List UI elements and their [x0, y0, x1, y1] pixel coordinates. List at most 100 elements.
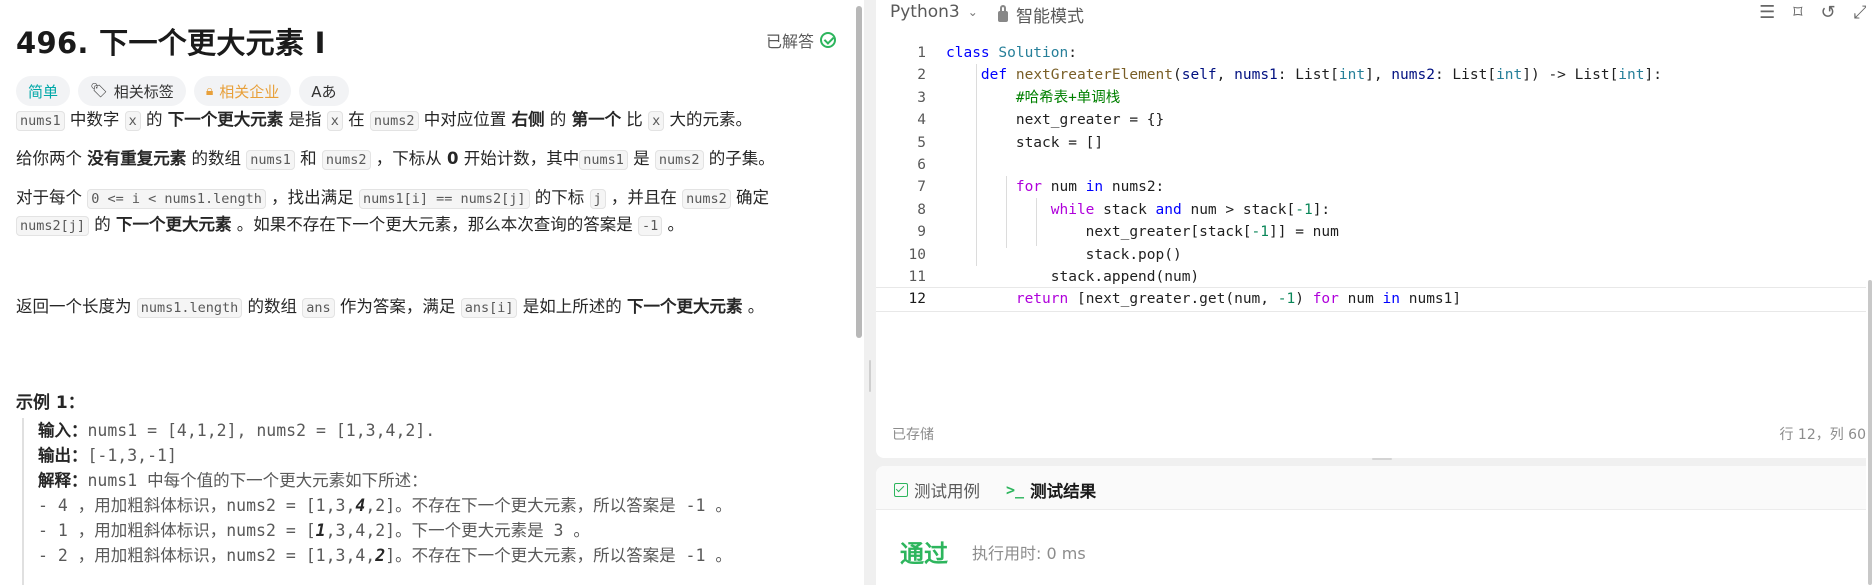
bold-text: 右侧 — [511, 110, 545, 129]
text: 的数组 — [186, 149, 247, 168]
code-line[interactable]: 7 for num in nums2: — [876, 176, 1874, 198]
smart-mode-toggle[interactable]: 智能模式 — [998, 2, 1084, 27]
text: 的 — [140, 110, 168, 129]
cursor-position: 行 12，列 60 — [1779, 427, 1866, 443]
editor-toolbar: ☰ ⌑ ↺ ⤢ — [1759, 2, 1868, 23]
text: 大的元素。 — [664, 110, 752, 129]
text: 。 — [662, 215, 685, 234]
inline-code: j — [589, 189, 606, 209]
translate-button[interactable]: Aあ — [299, 76, 349, 106]
smart-mode-label: 智能模式 — [1016, 7, 1084, 27]
divider-grip[interactable] — [869, 360, 871, 392]
text: 是指 — [283, 110, 327, 129]
line-number: 8 — [917, 201, 926, 218]
code-line[interactable]: 8 while stack and num > stack[-1]: — [876, 199, 1874, 221]
language-selector[interactable]: Python3 ⌄ — [890, 2, 978, 22]
bold-text: 下一个更大元素 — [626, 297, 743, 316]
code-line[interactable]: 10 stack.pop() — [876, 244, 1874, 266]
code-line[interactable]: 2 def nextGreaterElement(self, nums1: Li… — [876, 64, 1874, 86]
line-number: 6 — [917, 156, 926, 173]
format-icon[interactable]: ☰ — [1759, 2, 1775, 23]
line-number: 1 — [917, 45, 926, 61]
indent-guide — [1006, 176, 1007, 248]
inline-code: 0 <= i < nums1.length — [87, 189, 266, 209]
save-status: 已存储 — [892, 427, 934, 443]
inline-code: nums2 — [321, 150, 371, 170]
code-line[interactable]: 4 next_greater = {} — [876, 109, 1874, 131]
bookmark-icon[interactable]: ⌑ — [1793, 2, 1802, 23]
example-input: 输入：nums1 = [4,1,2], nums2 = [1,3,4,2]. — [38, 418, 852, 443]
inline-code: nums1 — [16, 111, 65, 131]
related-tags-label: 相关标签 — [113, 82, 174, 101]
line-number: 2 — [917, 67, 926, 84]
text: 给你两个 — [16, 149, 88, 168]
inline-code: nums1 — [246, 150, 295, 170]
text: 比 — [621, 110, 649, 129]
text: - 2 ，用加粗斜体标识，nums2 = [1,3,4, — [38, 546, 376, 565]
line-number: 11 — [908, 268, 926, 285]
horizontal-splitter[interactable] — [1372, 458, 1392, 460]
checkbox-icon — [894, 483, 908, 497]
bold-text: 第一个 — [571, 110, 622, 129]
description-paragraph-1: nums1 中数字 x 的 下一个更大元素 是指 x 在 nums2 中对应位置… — [16, 107, 846, 134]
text: - 4 ，用加粗斜体标识，nums2 = [1,3, — [38, 496, 356, 515]
text: 的 — [89, 215, 117, 234]
code-line[interactable]: 6 — [876, 154, 1874, 176]
inline-code: nums2[j] — [16, 216, 90, 236]
lock-icon — [998, 5, 1008, 22]
example-block: 输入：nums1 = [4,1,2], nums2 = [1,3,4,2]. 输… — [22, 418, 852, 585]
problem-scrollbar-thumb[interactable] — [856, 6, 862, 338]
example-line-2: - 1 ，用加粗斜体标识，nums2 = [1,3,4,2]。下一个更大元素是 … — [38, 518, 852, 543]
text: 的数组 — [242, 297, 303, 316]
tab-test-result[interactable]: >_ 测试结果 — [1006, 478, 1096, 502]
difficulty-tag[interactable]: 简单 — [16, 76, 71, 106]
related-tags-button[interactable]: 🏷︎ 相关标签 — [78, 76, 186, 106]
inline-code: nums1 — [579, 150, 628, 170]
bold-italic: 1 — [315, 521, 326, 540]
reset-icon[interactable]: ↺ — [1821, 2, 1836, 23]
inline-code: nums1.length — [136, 298, 243, 318]
text: 是如上所述的 — [517, 297, 627, 316]
line-number: 10 — [908, 246, 926, 263]
example-line-1: - 4 ，用加粗斜体标识，nums2 = [1,3,4,2]。不存在下一个更大元… — [38, 493, 852, 518]
code-line[interactable]: 11 stack.append(num) — [876, 266, 1874, 288]
text: 确定 — [730, 188, 770, 207]
tab-test-cases[interactable]: 测试用例 — [894, 478, 980, 502]
inline-code: -1 — [638, 216, 663, 236]
description-paragraph-3: 对于每个 0 <= i < nums1.length ，找出满足 nums1[i… — [16, 185, 846, 239]
bold-text: 下一个更大元素 — [116, 215, 232, 234]
code-line[interactable]: 5 stack = [] — [876, 132, 1874, 154]
inline-code: x — [326, 111, 343, 131]
editor-header: Python3 ⌄ 智能模式 ☰ ⌑ ↺ ⤢ — [876, 0, 1874, 28]
text: 和 — [294, 149, 322, 168]
code-line[interactable]: 9 next_greater[stack[-1]] = num — [876, 221, 1874, 243]
related-companies-label: 相关企业 — [219, 82, 280, 101]
inline-code: x — [124, 111, 141, 131]
line-number: 5 — [917, 134, 926, 151]
tab-test-result-label: 测试结果 — [1030, 482, 1097, 501]
panel-divider[interactable] — [864, 0, 876, 585]
example-explain: 解释：nums1 中每个值的下一个更大元素如下所述： — [38, 468, 852, 493]
text: ，并且在 — [605, 188, 683, 207]
text: 的子集。 — [703, 149, 775, 168]
code-line[interactable]: 1 class Solution: — [876, 42, 1874, 64]
text: 作为答案，满足 — [334, 297, 461, 316]
text: 返回一个长度为 — [16, 297, 137, 316]
indent-guide — [1036, 198, 1037, 246]
description-paragraph-4: 返回一个长度为 nums1.length 的数组 ans 作为答案，满足 ans… — [16, 294, 846, 321]
explain-label: 解释： — [38, 471, 88, 490]
description-paragraph-2: 给你两个 没有重复元素 的数组 nums1 和 nums2 ，下标从 0 开始计… — [16, 146, 846, 173]
output-value: [-1,3,-1] — [87, 446, 177, 465]
lock-icon: 🔒︎ — [205, 83, 214, 99]
code-area[interactable]: 1 class Solution: 2 def nextGreaterElemen… — [876, 42, 1874, 312]
results-tabs: 测试用例 >_ 测试结果 — [876, 466, 1874, 510]
inline-code: nums1[i] == nums2[j] — [358, 189, 530, 209]
related-companies-button[interactable]: 🔒︎ 相关企业 — [193, 76, 292, 106]
bold-text: 没有重复元素 — [87, 149, 187, 168]
bold-italic: 4 — [355, 496, 366, 515]
code-line-active[interactable]: 12 return [next_greater.get(num, -1) for… — [876, 287, 1874, 312]
runtime: 执行用时: 0 ms — [972, 544, 1086, 563]
text: 开始计数，其中 — [458, 149, 580, 168]
editor-scrollbar-thumb[interactable] — [1868, 280, 1872, 585]
code-line[interactable]: 3 #哈希表+单调栈 — [876, 87, 1874, 109]
